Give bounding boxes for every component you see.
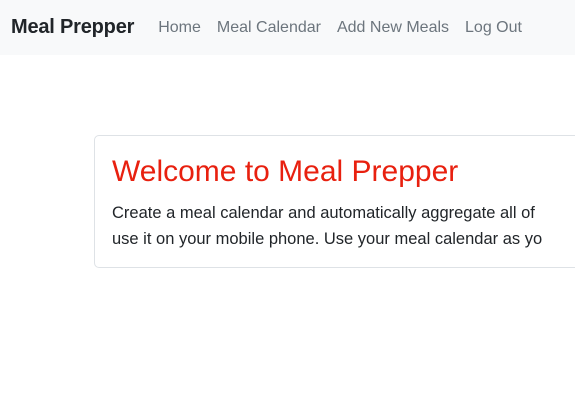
welcome-text-line-1: Create a meal calendar and automatically… bbox=[112, 204, 535, 222]
navbar-brand[interactable]: Meal Prepper bbox=[11, 16, 134, 39]
navbar: Meal Prepper Home Meal Calendar Add New … bbox=[0, 0, 575, 55]
welcome-text: Create a meal calendar and automatically… bbox=[112, 200, 575, 252]
nav-link-log-out[interactable]: Log Out bbox=[465, 19, 522, 37]
nav-link-meal-calendar[interactable]: Meal Calendar bbox=[217, 19, 321, 37]
welcome-title: Welcome to Meal Prepper bbox=[112, 155, 459, 188]
welcome-text-line-2: use it on your mobile phone. Use your me… bbox=[112, 230, 543, 248]
nav-link-home[interactable]: Home bbox=[158, 19, 201, 37]
page: Meal Prepper Home Meal Calendar Add New … bbox=[0, 0, 575, 415]
welcome-card: Welcome to Meal Prepper Create a meal ca… bbox=[94, 135, 575, 268]
nav-link-add-new-meals[interactable]: Add New Meals bbox=[337, 19, 449, 37]
